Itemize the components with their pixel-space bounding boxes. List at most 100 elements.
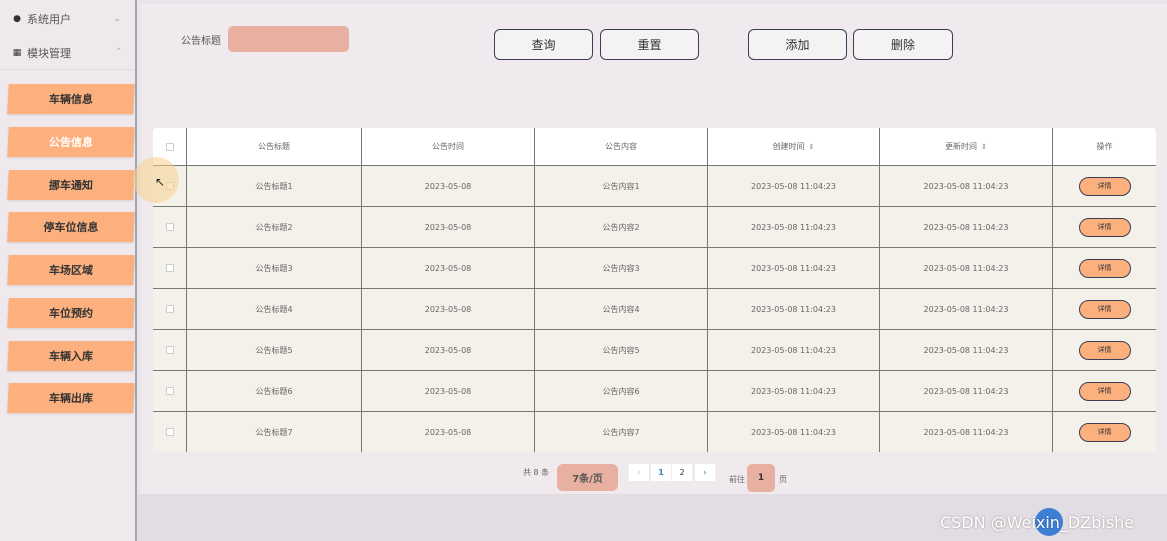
cell-created: 2023-05-08 11:04:23 xyxy=(708,330,880,370)
menu-system-users[interactable]: ● 系统用户 ⌄ xyxy=(0,2,135,36)
watermark: CSDN @Weixin_DZbishe xyxy=(940,513,1135,532)
next-page-button[interactable]: › xyxy=(695,464,715,481)
header-updated[interactable]: 更新时间 ⇕ xyxy=(880,128,1053,165)
search-input[interactable] xyxy=(228,26,349,52)
page-2-button[interactable]: 2 xyxy=(672,464,692,481)
row-select-cell[interactable] xyxy=(153,289,187,329)
sidebar-item-vehicle-in[interactable]: 车辆入库 xyxy=(7,341,135,371)
row-checkbox[interactable] xyxy=(165,264,174,272)
sidebar-item-label: 车场区域 xyxy=(48,264,94,277)
cell-title: 公告标题2 xyxy=(187,207,362,247)
sidebar-item-reservation[interactable]: 车位预约 xyxy=(7,298,135,328)
detail-button[interactable]: 详情 xyxy=(1078,422,1131,442)
row-action-cell: 详情 xyxy=(1053,289,1156,329)
table-row: 公告标题7 2023-05-08 公告内容7 2023-05-08 11:04:23 2… xyxy=(153,411,1156,452)
grid-icon: ▦ xyxy=(12,47,22,58)
table-row: 公告标题2 2023-05-08 公告内容2 2023-05-08 11:04:23 2… xyxy=(153,206,1156,247)
cell-content: 公告内容6 xyxy=(535,371,708,411)
cell-date: 2023-05-08 xyxy=(362,166,535,206)
row-checkbox[interactable] xyxy=(165,346,174,354)
cell-created: 2023-05-08 11:04:23 xyxy=(708,207,880,247)
row-checkbox[interactable] xyxy=(165,387,174,395)
header-date: 公告时间 xyxy=(362,128,535,165)
cell-content: 公告内容3 xyxy=(535,248,708,288)
row-action-cell: 详情 xyxy=(1053,207,1156,247)
page-size-select[interactable]: 7条/页 xyxy=(557,464,618,491)
sidebar-item-label: 车辆入库 xyxy=(48,350,94,363)
cell-date: 2023-05-08 xyxy=(362,330,535,370)
cell-created: 2023-05-08 11:04:23 xyxy=(708,248,880,288)
cell-content: 公告内容1 xyxy=(535,166,708,206)
header-updated-label: 更新时间 xyxy=(945,142,978,151)
table-row: 公告标题1 2023-05-08 公告内容1 2023-05-08 11:04:23 2… xyxy=(153,165,1156,206)
row-checkbox[interactable] xyxy=(165,223,174,231)
sidebar-item-announcement[interactable]: 公告信息 xyxy=(7,127,135,157)
pagination-total: 共 8 条 xyxy=(523,468,550,477)
header-created[interactable]: 创建时间 ⇕ xyxy=(708,128,880,165)
menu-module-mgmt[interactable]: ▦ 模块管理 ˆ xyxy=(0,36,135,70)
cell-title: 公告标题7 xyxy=(187,412,362,452)
cell-title: 公告标题4 xyxy=(187,289,362,329)
reset-button[interactable]: 重置 xyxy=(600,29,699,60)
select-all-checkbox[interactable] xyxy=(165,142,174,151)
sidebar-item-label: 车辆信息 xyxy=(48,93,94,106)
sidebar-item-vehicle-out[interactable]: 车辆出库 xyxy=(7,383,135,413)
table-row: 公告标题5 2023-05-08 公告内容5 2023-05-08 11:04:23 2… xyxy=(153,329,1156,370)
page-jump-input[interactable]: 1 xyxy=(747,464,775,492)
table-row: 公告标题3 2023-05-08 公告内容3 2023-05-08 11:04:23 2… xyxy=(153,247,1156,288)
row-select-cell[interactable] xyxy=(153,412,187,452)
prev-page-button[interactable]: ‹ xyxy=(629,464,649,481)
cell-content: 公告内容5 xyxy=(535,330,708,370)
row-select-cell[interactable] xyxy=(153,248,187,288)
cell-updated: 2023-05-08 11:04:23 xyxy=(880,166,1053,206)
sort-icon[interactable]: ⇕ xyxy=(981,143,987,151)
row-select-cell[interactable] xyxy=(153,207,187,247)
sidebar-item-label: 车辆出库 xyxy=(48,392,94,405)
row-checkbox[interactable] xyxy=(165,305,174,313)
detail-button[interactable]: 详情 xyxy=(1078,340,1131,360)
detail-button[interactable]: 详情 xyxy=(1078,381,1131,401)
row-select-cell[interactable] xyxy=(153,371,187,411)
page-suffix-label: 页 xyxy=(779,475,787,484)
cell-content: 公告内容7 xyxy=(535,412,708,452)
row-action-cell: 详情 xyxy=(1053,371,1156,411)
menu-module-mgmt-label: 模块管理 xyxy=(27,46,71,60)
sidebar-item-parking-space[interactable]: 停车位信息 xyxy=(7,212,135,242)
cell-updated: 2023-05-08 11:04:23 xyxy=(880,371,1053,411)
cell-updated: 2023-05-08 11:04:23 xyxy=(880,412,1053,452)
sidebar-item-lot-area[interactable]: 车场区域 xyxy=(7,255,135,285)
cell-created: 2023-05-08 11:04:23 xyxy=(708,412,880,452)
row-action-cell: 详情 xyxy=(1053,166,1156,206)
cell-title: 公告标题6 xyxy=(187,371,362,411)
sort-icon[interactable]: ⇕ xyxy=(809,143,815,151)
user-icon: ● xyxy=(13,14,21,24)
cell-updated: 2023-05-08 11:04:23 xyxy=(880,330,1053,370)
cell-content: 公告内容2 xyxy=(535,207,708,247)
cell-date: 2023-05-08 xyxy=(362,248,535,288)
row-checkbox[interactable] xyxy=(165,428,174,436)
add-button[interactable]: 添加 xyxy=(748,29,847,60)
cell-updated: 2023-05-08 11:04:23 xyxy=(880,289,1053,329)
detail-button[interactable]: 详情 xyxy=(1078,176,1131,196)
sidebar-item-move-car-notice[interactable]: 挪车通知 xyxy=(7,170,135,200)
cell-content: 公告内容4 xyxy=(535,289,708,329)
sidebar-item-vehicle-info[interactable]: 车辆信息 xyxy=(7,84,135,114)
goto-label: 前往 xyxy=(729,475,745,484)
detail-button[interactable]: 详情 xyxy=(1078,299,1131,319)
row-select-cell[interactable] xyxy=(153,330,187,370)
search-label: 公告标题 xyxy=(181,36,221,47)
row-action-cell: 详情 xyxy=(1053,330,1156,370)
header-action: 操作 xyxy=(1053,128,1156,165)
cell-created: 2023-05-08 11:04:23 xyxy=(708,166,880,206)
cell-created: 2023-05-08 11:04:23 xyxy=(708,289,880,329)
page-1-button[interactable]: 1 xyxy=(651,464,671,481)
cell-updated: 2023-05-08 11:04:23 xyxy=(880,248,1053,288)
detail-button[interactable]: 详情 xyxy=(1078,217,1131,237)
cell-title: 公告标题5 xyxy=(187,330,362,370)
cell-date: 2023-05-08 xyxy=(362,207,535,247)
sidebar-item-label: 车位预约 xyxy=(48,307,94,320)
detail-button[interactable]: 详情 xyxy=(1078,258,1131,278)
cell-updated: 2023-05-08 11:04:23 xyxy=(880,207,1053,247)
delete-button[interactable]: 删除 xyxy=(853,29,953,60)
query-button[interactable]: 查询 xyxy=(494,29,593,60)
